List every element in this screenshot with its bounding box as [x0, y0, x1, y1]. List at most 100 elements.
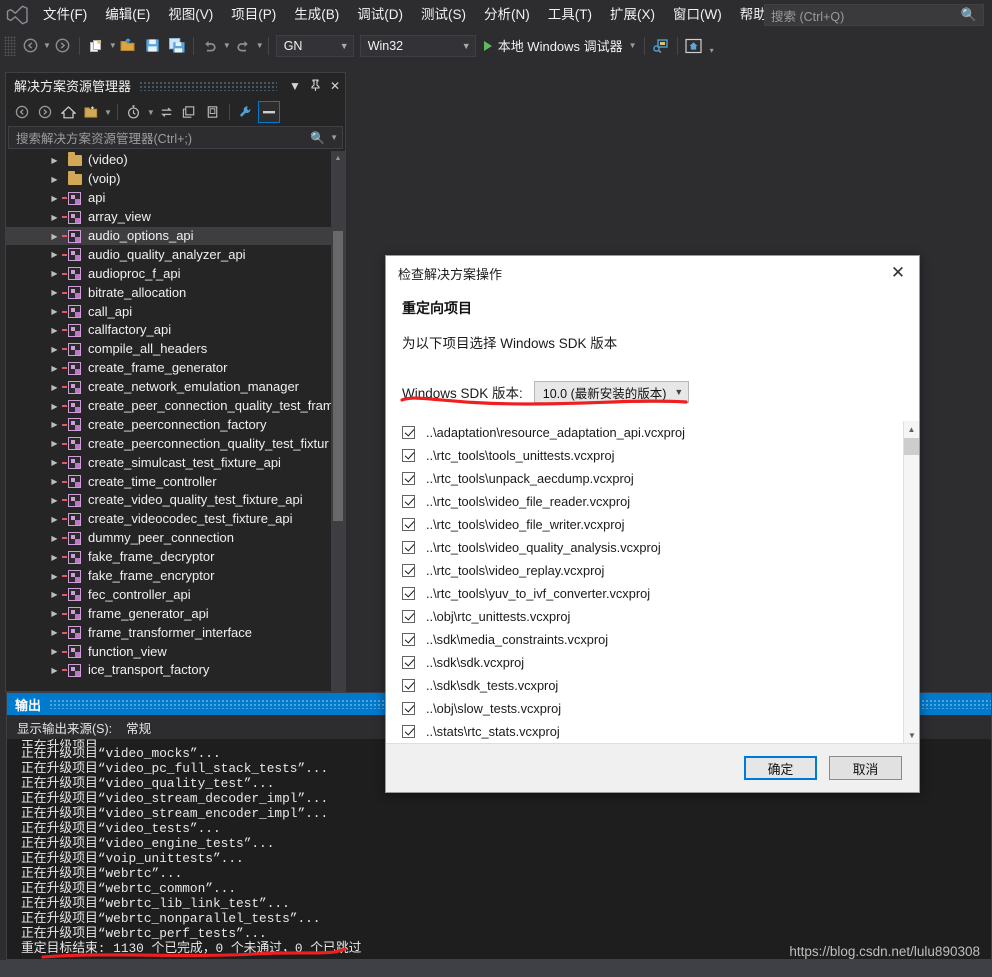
- project-row[interactable]: ..\rtc_tools\video_replay.vcxproj: [386, 559, 919, 582]
- project-row[interactable]: ..\obj\slow_tests.vcxproj: [386, 697, 919, 720]
- project-row[interactable]: ..\stats\rtc_stats.vcxproj: [386, 720, 919, 743]
- expand-arrow-icon[interactable]: ▶: [48, 213, 61, 222]
- home-icon[interactable]: [57, 101, 79, 123]
- solution-platform-combo[interactable]: Win32 ▼: [359, 34, 476, 57]
- tree-item-call_api[interactable]: ▶ call_api: [6, 302, 331, 321]
- show-all-files-caret-icon[interactable]: ▼: [104, 108, 112, 117]
- chevron-up-icon[interactable]: ▲: [904, 421, 919, 437]
- close-icon[interactable]: ✕: [877, 258, 919, 288]
- tree-item-callfactory_api[interactable]: ▶ callfactory_api: [6, 321, 331, 340]
- back-icon[interactable]: [11, 101, 33, 123]
- collapse-all-icon[interactable]: [179, 101, 201, 123]
- checkbox-checked-icon[interactable]: [402, 518, 415, 531]
- redo-button[interactable]: [232, 34, 254, 58]
- menu-item-tools[interactable]: 工具(T): [539, 2, 601, 29]
- expand-arrow-icon[interactable]: ▶: [48, 439, 61, 448]
- forward-icon[interactable]: [34, 101, 56, 123]
- expand-arrow-icon[interactable]: ▶: [48, 194, 61, 203]
- tree-item-audioproc_f_api[interactable]: ▶ audioproc_f_api: [6, 264, 331, 283]
- expand-arrow-icon[interactable]: ▶: [48, 402, 61, 411]
- ok-button[interactable]: 确定: [744, 756, 817, 780]
- expand-arrow-icon[interactable]: ▶: [48, 477, 61, 486]
- expand-arrow-icon[interactable]: ▶: [48, 232, 61, 241]
- preview-selected-items-icon[interactable]: [257, 101, 280, 123]
- scrollbar-thumb[interactable]: [333, 231, 343, 521]
- tree-item-(voip)[interactable]: ▶ (voip): [6, 170, 331, 189]
- project-row[interactable]: ..\sdk\sdk_tests.vcxproj: [386, 674, 919, 697]
- menu-item-analyze[interactable]: 分析(N): [475, 2, 539, 29]
- expand-arrow-icon[interactable]: ▶: [48, 364, 61, 373]
- checkbox-checked-icon[interactable]: [402, 495, 415, 508]
- project-row[interactable]: ..\rtc_tools\tools_unittests.vcxproj: [386, 444, 919, 467]
- home-icon[interactable]: [683, 34, 705, 58]
- expand-arrow-icon[interactable]: ▶: [48, 250, 61, 259]
- navigate-backward-button[interactable]: [19, 34, 41, 58]
- tree-item-ice_transport_factory[interactable]: ▶ ice_transport_factory: [6, 661, 331, 680]
- tree-item-fec_controller_api[interactable]: ▶ fec_controller_api: [6, 585, 331, 604]
- project-row[interactable]: ..\rtc_tools\yuv_to_ivf_converter.vcxpro…: [386, 582, 919, 605]
- chevron-down-icon[interactable]: ▼: [285, 75, 305, 97]
- expand-arrow-icon[interactable]: ▶: [48, 345, 61, 354]
- navigate-forward-button[interactable]: [52, 34, 74, 58]
- tree-item-create_network_emulation_manager[interactable]: ▶ create_network_emulation_manager: [6, 378, 331, 397]
- new-item-caret-icon[interactable]: ▼: [109, 41, 117, 50]
- chevron-down-icon[interactable]: ▼: [904, 727, 919, 743]
- menu-item-view[interactable]: 视图(V): [159, 2, 222, 29]
- scroll-up-arrow-icon[interactable]: ▲: [331, 151, 345, 165]
- menu-item-build[interactable]: 生成(B): [285, 2, 348, 29]
- expand-arrow-icon[interactable]: ▶: [48, 515, 61, 524]
- checkbox-checked-icon[interactable]: [402, 426, 415, 439]
- dialog-scrollbar[interactable]: ▲ ▼: [903, 421, 919, 743]
- checkbox-checked-icon[interactable]: [402, 610, 415, 623]
- tree-item-create_videocodec_test_fixture_api[interactable]: ▶ create_videocodec_test_fixture_api: [6, 510, 331, 529]
- checkbox-checked-icon[interactable]: [402, 541, 415, 554]
- pending-changes-caret-icon[interactable]: ▼: [147, 108, 155, 117]
- tree-item-fake_frame_decryptor[interactable]: ▶ fake_frame_decryptor: [6, 548, 331, 567]
- open-file-button[interactable]: [118, 34, 140, 58]
- solution-explorer-scrollbar[interactable]: ▲: [331, 151, 345, 691]
- menu-item-edit[interactable]: 编辑(E): [96, 2, 159, 29]
- show-all-files-icon[interactable]: [80, 101, 102, 123]
- menu-item-debug[interactable]: 调试(D): [348, 2, 412, 29]
- toolbar-overflow-icon[interactable]: ▾: [710, 46, 714, 55]
- tree-item-array_view[interactable]: ▶ array_view: [6, 208, 331, 227]
- expand-arrow-icon[interactable]: ▶: [48, 534, 61, 543]
- new-item-button[interactable]: [85, 34, 107, 58]
- tree-item-audio_quality_analyzer_api[interactable]: ▶ audio_quality_analyzer_api: [6, 245, 331, 264]
- attach-to-process-button[interactable]: [650, 34, 672, 58]
- tree-item-create_video_quality_test_fixture_api[interactable]: ▶ create_video_quality_test_fixture_api: [6, 491, 331, 510]
- pin-icon[interactable]: [305, 75, 325, 97]
- tree-item-create_peerconnection_quality_test_fixtur[interactable]: ▶ create_peerconnection_quality_test_fixt…: [6, 434, 331, 453]
- tree-item-create_simulcast_test_fixture_api[interactable]: ▶ create_simulcast_test_fixture_api: [6, 453, 331, 472]
- project-row[interactable]: ..\rtc_tools\unpack_aecdump.vcxproj: [386, 467, 919, 490]
- project-row[interactable]: ..\sdk\sdk.vcxproj: [386, 651, 919, 674]
- menu-item-file[interactable]: 文件(F): [34, 2, 96, 29]
- tree-item-frame_transformer_interface[interactable]: ▶ frame_transformer_interface: [6, 623, 331, 642]
- project-row[interactable]: ..\obj\rtc_unittests.vcxproj: [386, 605, 919, 628]
- solution-configuration-combo[interactable]: GN ▼: [275, 34, 354, 57]
- cancel-button[interactable]: 取消: [829, 756, 902, 780]
- pending-changes-icon[interactable]: [123, 101, 145, 123]
- project-row[interactable]: ..\adaptation\resource_adaptation_api.vc…: [386, 421, 919, 444]
- tree-item-create_peerconnection_factory[interactable]: ▶ create_peerconnection_factory: [6, 415, 331, 434]
- expand-arrow-icon[interactable]: ▶: [48, 156, 61, 165]
- redo-caret-icon[interactable]: ▼: [256, 41, 264, 50]
- expand-arrow-icon[interactable]: ▶: [48, 383, 61, 392]
- menu-item-project[interactable]: 项目(P): [222, 2, 285, 29]
- expand-arrow-icon[interactable]: ▶: [48, 420, 61, 429]
- expand-arrow-icon[interactable]: ▶: [48, 307, 61, 316]
- titlebar-drag-dots[interactable]: [139, 80, 277, 91]
- save-button[interactable]: [142, 34, 164, 58]
- expand-arrow-icon[interactable]: ▶: [48, 609, 61, 618]
- expand-arrow-icon[interactable]: ▶: [48, 572, 61, 581]
- properties-icon[interactable]: [202, 101, 224, 123]
- expand-arrow-icon[interactable]: ▶: [48, 288, 61, 297]
- tree-item-create_frame_generator[interactable]: ▶ create_frame_generator: [6, 359, 331, 378]
- checkbox-checked-icon[interactable]: [402, 656, 415, 669]
- close-icon[interactable]: ✕: [325, 75, 345, 97]
- expand-arrow-icon[interactable]: ▶: [48, 496, 61, 505]
- checkbox-checked-icon[interactable]: [402, 564, 415, 577]
- quick-launch-search[interactable]: 搜索 (Ctrl+Q) 🔍: [764, 4, 984, 26]
- sync-icon[interactable]: [156, 101, 178, 123]
- project-checkbox-list[interactable]: ..\adaptation\resource_adaptation_api.vc…: [386, 421, 919, 743]
